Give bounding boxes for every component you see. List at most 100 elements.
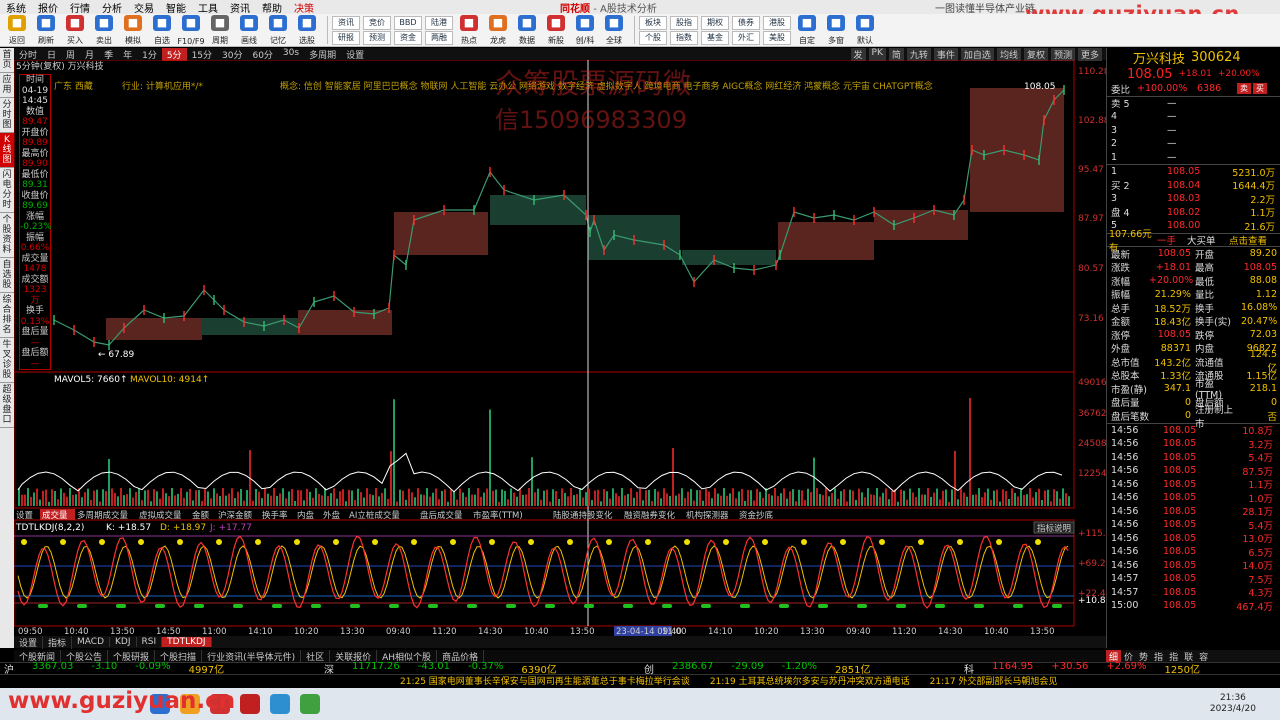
period-button[interactable]: 多周期	[304, 48, 341, 61]
toolbar-grid-button[interactable]: 基金	[701, 30, 729, 45]
period-button[interactable]: 30s	[278, 48, 304, 61]
period-button[interactable]: 分时	[14, 48, 42, 61]
indicator-tab[interactable]: 多周期成交量	[77, 510, 129, 521]
indicator-tab[interactable]: 陆股通持股变化	[553, 510, 613, 521]
indicator-tab[interactable]: 机构探测器	[686, 510, 729, 521]
order-book-row[interactable]: 3 108.03 2.2万	[1107, 192, 1280, 206]
left-tab[interactable]: K线图	[0, 133, 14, 168]
left-tab[interactable]: 超级盘口	[0, 383, 14, 428]
toolbar-button[interactable]: ■ 周期	[207, 14, 233, 46]
toolbar-button[interactable]: ■ 模拟	[120, 14, 146, 46]
menu-item[interactable]: 报价	[32, 0, 64, 15]
left-tab[interactable]: 个股资料	[0, 213, 14, 258]
toolbar-grid-button[interactable]: BBD	[394, 15, 422, 30]
order-book-row[interactable]: 4—	[1107, 110, 1280, 124]
menu-item[interactable]: 智能	[160, 0, 192, 15]
bottom-indicator-tab[interactable]: KDJ	[110, 637, 137, 647]
indicator-tab[interactable]: 盘后成交量	[420, 510, 463, 521]
menu-item[interactable]: 行情	[64, 0, 96, 15]
chart-tool-button[interactable]: PK	[868, 47, 886, 61]
period-button[interactable]: 月	[80, 48, 99, 61]
toolbar-button[interactable]: ■ 返回	[4, 14, 30, 46]
menu-item[interactable]: 系统	[0, 0, 32, 15]
news-item[interactable]: 21:19 土耳其总统埃尔多安与苏丹冲突双方通电话	[710, 674, 910, 687]
left-tab[interactable]: 牛叉诊股	[0, 338, 14, 383]
indicator-tab[interactable]: 金额	[192, 510, 210, 521]
menu-item[interactable]: 决策	[288, 0, 320, 15]
toolbar-grid-button[interactable]: 债券	[732, 15, 760, 30]
toolbar-button[interactable]: ■ 默认	[852, 14, 878, 46]
toolbar-button[interactable]: ■ 数据	[514, 14, 540, 46]
toolbar-button[interactable]: ■ 热点	[456, 14, 482, 46]
toolbar-button[interactable]: ■ 新股	[543, 14, 569, 46]
order-book-row[interactable]: 买 2 108.04 1644.4万	[1107, 179, 1280, 193]
order-book-row[interactable]: 2—	[1107, 137, 1280, 151]
toolbar-button[interactable]: ■ 自定	[794, 14, 820, 46]
chart-tool-button[interactable]: 九转	[906, 47, 931, 61]
period-button[interactable]: 周	[61, 48, 80, 61]
left-tab[interactable]: 分时图	[0, 98, 14, 133]
period-button[interactable]: 年	[118, 48, 137, 61]
chart-tool-button[interactable]: 简	[888, 47, 904, 61]
toolbar-grid-button[interactable]: 外汇	[732, 30, 760, 45]
toolbar-grid-button[interactable]: 板块	[639, 15, 667, 30]
left-tab[interactable]: 应用	[0, 73, 14, 98]
indicator-tab[interactable]: 设置	[16, 510, 34, 521]
bottom-indicator-tab[interactable]: 指标	[43, 635, 73, 649]
toolbar-button[interactable]: ■ 记忆	[265, 14, 291, 46]
toolbar-grid-button[interactable]: 资金	[394, 30, 422, 45]
toolbar-button[interactable]: ■ 龙虎	[485, 14, 511, 46]
left-tab[interactable]: 自选股	[0, 258, 14, 293]
kline-chart-area[interactable]: 5分钟(复权) 万兴科技 广东 西藏 行业: 计算机应用*/* 概念: 信创 智能家居…	[13, 59, 1112, 637]
news-item[interactable]: 21:25 国家电网董事长辛保安与国网司再生能源董总于事卡梅拉举行会谈	[400, 674, 690, 687]
period-button[interactable]: 设置	[341, 48, 369, 61]
menu-item[interactable]: 资讯	[224, 0, 256, 15]
order-book-row[interactable]: 卖 5 —	[1107, 97, 1280, 111]
indicator-tab[interactable]: 虚拟成交量	[139, 510, 182, 521]
indicator-tab[interactable]: AI立桩成交量	[349, 510, 400, 521]
sell-button-small[interactable]: 卖	[1237, 83, 1251, 95]
indicator-tab[interactable]: 外盘	[323, 510, 341, 521]
chart-tool-button[interactable]: 事件	[933, 47, 958, 61]
period-button[interactable]: 1分	[137, 48, 162, 61]
buy-button-small[interactable]: 买	[1253, 83, 1267, 95]
period-button[interactable]: 15分	[187, 48, 217, 61]
menu-item[interactable]: 帮助	[256, 0, 288, 15]
chart-tool-button[interactable]: 发	[850, 47, 866, 61]
indicator-tab[interactable]: 资金抄底	[739, 510, 774, 521]
order-book-row[interactable]: 3—	[1107, 124, 1280, 138]
toolbar-grid-button[interactable]: 研报	[332, 30, 360, 45]
news-ticker[interactable]: 21:25 国家电网董事长辛保安与国网司再生能源董总于事卡梅拉举行会谈 21:19…	[0, 674, 1280, 687]
toolbar-button[interactable]: ■ F10/F9	[177, 14, 205, 46]
chart-tool-button[interactable]: 均线	[996, 47, 1021, 61]
toolbar-grid-button[interactable]: 两融	[425, 30, 453, 45]
promo-title[interactable]: 一图读懂半导体产业链	[935, 0, 1035, 15]
order-book-row[interactable]: 1 108.05 5231.0万	[1107, 165, 1280, 179]
kline-chart[interactable]: 5分钟(复权) 万兴科技广东 西藏 行业: 计算机应用*/* 概念: 信创 智能家居…	[13, 59, 1112, 637]
toolbar-button[interactable]: ■ 自选	[149, 14, 175, 46]
chart-tool-button[interactable]: 复权	[1023, 47, 1048, 61]
ths-app-icon[interactable]	[240, 694, 260, 714]
left-tab[interactable]: 闪电分时	[0, 168, 14, 213]
indicator-tab[interactable]: 成交量	[42, 510, 68, 521]
edge-icon[interactable]	[270, 694, 290, 714]
toolbar-button[interactable]: ■ 选股	[294, 14, 320, 46]
toolbar-grid-button[interactable]: 竞价	[363, 15, 391, 30]
order-book-row[interactable]: 1—	[1107, 151, 1280, 165]
news-item[interactable]: 21:17 外交部副部长马朝旭会见	[930, 674, 1058, 687]
period-button[interactable]: 5分	[161, 47, 187, 61]
toolbar-grid-button[interactable]: 预测	[363, 30, 391, 45]
period-button[interactable]: 季	[99, 48, 118, 61]
chart-tool-button[interactable]: 更多	[1077, 47, 1102, 61]
menu-item[interactable]: 交易	[128, 0, 160, 15]
chat-icon[interactable]	[300, 694, 320, 714]
toolbar-grid-button[interactable]: 指数	[670, 30, 698, 45]
toolbar-grid-button[interactable]: 美股	[763, 30, 791, 45]
toolbar-button[interactable]: ■ 买入	[62, 14, 88, 46]
bottom-indicator-tab[interactable]: RSI	[137, 637, 163, 647]
bottom-indicator-tab[interactable]: TDTLKDJ	[162, 637, 212, 647]
order-book-row[interactable]: 盘 4 108.02 1.1万	[1107, 206, 1280, 220]
toolbar-button[interactable]: ■ 创/科	[572, 14, 598, 46]
toolbar-grid-button[interactable]: 期权	[701, 15, 729, 30]
menu-item[interactable]: 分析	[96, 0, 128, 15]
